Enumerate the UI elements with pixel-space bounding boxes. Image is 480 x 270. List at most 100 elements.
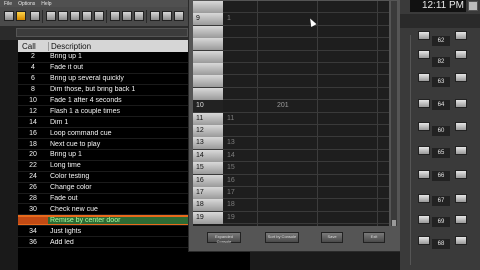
channel-cell[interactable]: 14 xyxy=(227,152,235,159)
console-slot-button[interactable] xyxy=(455,194,467,203)
toolbar-divider xyxy=(106,10,107,23)
call-column-header[interactable]: Call xyxy=(18,42,48,51)
console-slot-button[interactable] xyxy=(418,236,430,245)
grid-row[interactable] xyxy=(193,50,389,63)
toolbar-play-icon[interactable] xyxy=(150,11,160,21)
console-slot-button[interactable] xyxy=(455,236,467,245)
row-header[interactable] xyxy=(193,87,223,100)
grid-row[interactable]: 13 13 xyxy=(193,137,389,150)
toolbar-chart-icon[interactable] xyxy=(82,11,92,21)
toolbar-cue-icon[interactable] xyxy=(30,11,40,21)
command-field[interactable] xyxy=(16,28,188,37)
grid-row[interactable]: 10 201 xyxy=(193,100,389,113)
row-header[interactable]: 12 xyxy=(193,125,223,137)
grid-row[interactable] xyxy=(193,63,389,76)
row-header[interactable] xyxy=(193,75,223,88)
grid-row[interactable] xyxy=(193,1,389,14)
console-slot-button[interactable] xyxy=(455,99,467,108)
grid-row[interactable] xyxy=(193,25,389,39)
toolbar-grid-icon[interactable] xyxy=(70,11,80,21)
channel-cell[interactable]: 18 xyxy=(227,201,235,208)
grid-row[interactable]: 14 14 xyxy=(193,149,389,163)
toolbar-settings-icon[interactable] xyxy=(174,11,184,21)
clock-button[interactable] xyxy=(468,1,478,11)
console-slot-button[interactable] xyxy=(455,31,467,40)
grid-row[interactable]: 12 xyxy=(193,125,389,138)
channel-cell[interactable]: 15 xyxy=(227,164,235,171)
toolbar-paste-icon[interactable] xyxy=(46,11,56,21)
toolbar-select-icon[interactable] xyxy=(134,11,144,21)
row-header[interactable] xyxy=(193,25,223,38)
grid-row[interactable]: 16 16 xyxy=(193,174,389,187)
channel-grid: 9 1 10 201 11 11 12 13 13 14 14 15 15 16 16 17 17 18 18 19 1… xyxy=(193,1,389,226)
console-slot-button[interactable] xyxy=(418,99,430,108)
console-slot-button[interactable] xyxy=(455,73,467,82)
row-header[interactable]: 18 xyxy=(193,199,223,212)
toolbar-tool-icon[interactable] xyxy=(4,11,14,21)
console-slot-button[interactable] xyxy=(455,50,467,59)
row-header[interactable]: 19 xyxy=(193,211,223,224)
console-slot-button[interactable] xyxy=(455,215,467,224)
scroll-thumb[interactable] xyxy=(392,220,396,226)
menu-options[interactable]: Options xyxy=(18,1,35,7)
toolbar-palette-icon[interactable] xyxy=(58,11,68,21)
exit-button[interactable]: Exit xyxy=(363,232,385,243)
cue-number: 36 xyxy=(29,238,37,246)
expanded-console-button[interactable]: Expanded Console xyxy=(207,232,241,244)
toolbar-record-icon[interactable] xyxy=(162,11,172,21)
menu-bar: File Options Help xyxy=(0,0,194,7)
grid-row[interactable]: 18 18 xyxy=(193,199,389,212)
grid-row[interactable] xyxy=(193,87,389,101)
cue-number: 24 xyxy=(29,173,37,181)
channel-cell[interactable]: 17 xyxy=(227,189,235,196)
menu-file[interactable]: File xyxy=(4,1,12,7)
sort-by-console-button[interactable]: Sort by Console xyxy=(265,232,299,243)
row-header[interactable]: 15 xyxy=(193,162,223,175)
grid-row[interactable]: 15 15 xyxy=(193,162,389,175)
grid-row[interactable] xyxy=(193,75,389,88)
cue-number: 8 xyxy=(31,86,35,94)
channel-cell[interactable]: 16 xyxy=(227,177,235,184)
console-value: 66 xyxy=(432,171,450,181)
console-slot-button[interactable] xyxy=(455,122,467,131)
toolbar-stop-icon[interactable] xyxy=(94,11,104,21)
channel-cell[interactable]: 19 xyxy=(227,214,235,221)
grid-scrollbar[interactable] xyxy=(391,1,397,226)
row-header[interactable]: 11 xyxy=(193,112,223,125)
console-slot-button[interactable] xyxy=(418,194,430,203)
channel-cell[interactable]: 1 xyxy=(227,15,231,22)
toolbar-open-icon[interactable] xyxy=(16,11,26,21)
row-header[interactable]: 10 xyxy=(193,100,223,113)
save-button[interactable]: Save xyxy=(321,232,343,243)
console-slot-button[interactable] xyxy=(455,170,467,179)
console-slot-button[interactable] xyxy=(418,146,430,155)
toolbar-zoom-icon[interactable] xyxy=(110,11,120,21)
row-header[interactable]: 17 xyxy=(193,187,223,199)
grid-row[interactable]: 19 19 xyxy=(193,211,389,225)
console-slot-button[interactable] xyxy=(418,31,430,40)
toolbar-move-icon[interactable] xyxy=(122,11,132,21)
grid-row[interactable]: 17 17 xyxy=(193,187,389,200)
row-header[interactable] xyxy=(193,1,223,13)
console-slot-button[interactable] xyxy=(418,50,430,59)
cue-number: 18 xyxy=(29,140,37,148)
console-slot-button[interactable] xyxy=(418,73,430,82)
row-header[interactable]: 13 xyxy=(193,137,223,150)
grid-row[interactable]: 11 11 xyxy=(193,112,389,125)
row-header[interactable] xyxy=(193,50,223,63)
channel-cell[interactable]: 13 xyxy=(227,139,235,146)
row-header[interactable]: 14 xyxy=(193,149,223,162)
row-header[interactable]: 16 xyxy=(193,174,223,187)
console-slot-button[interactable] xyxy=(418,122,430,131)
row-header[interactable] xyxy=(193,63,223,75)
grid-row[interactable]: 91 xyxy=(193,13,389,26)
row-header[interactable] xyxy=(193,38,223,51)
grid-row[interactable] xyxy=(193,38,389,51)
menu-help[interactable]: Help xyxy=(41,1,51,7)
channel-cell[interactable]: 11 xyxy=(227,115,234,122)
console-slot-button[interactable] xyxy=(455,146,467,155)
console-slot-button[interactable] xyxy=(418,170,430,179)
console-slot-button[interactable] xyxy=(418,215,430,224)
row-header[interactable]: 9 xyxy=(193,13,223,26)
cue-number: 10 xyxy=(29,97,37,104)
